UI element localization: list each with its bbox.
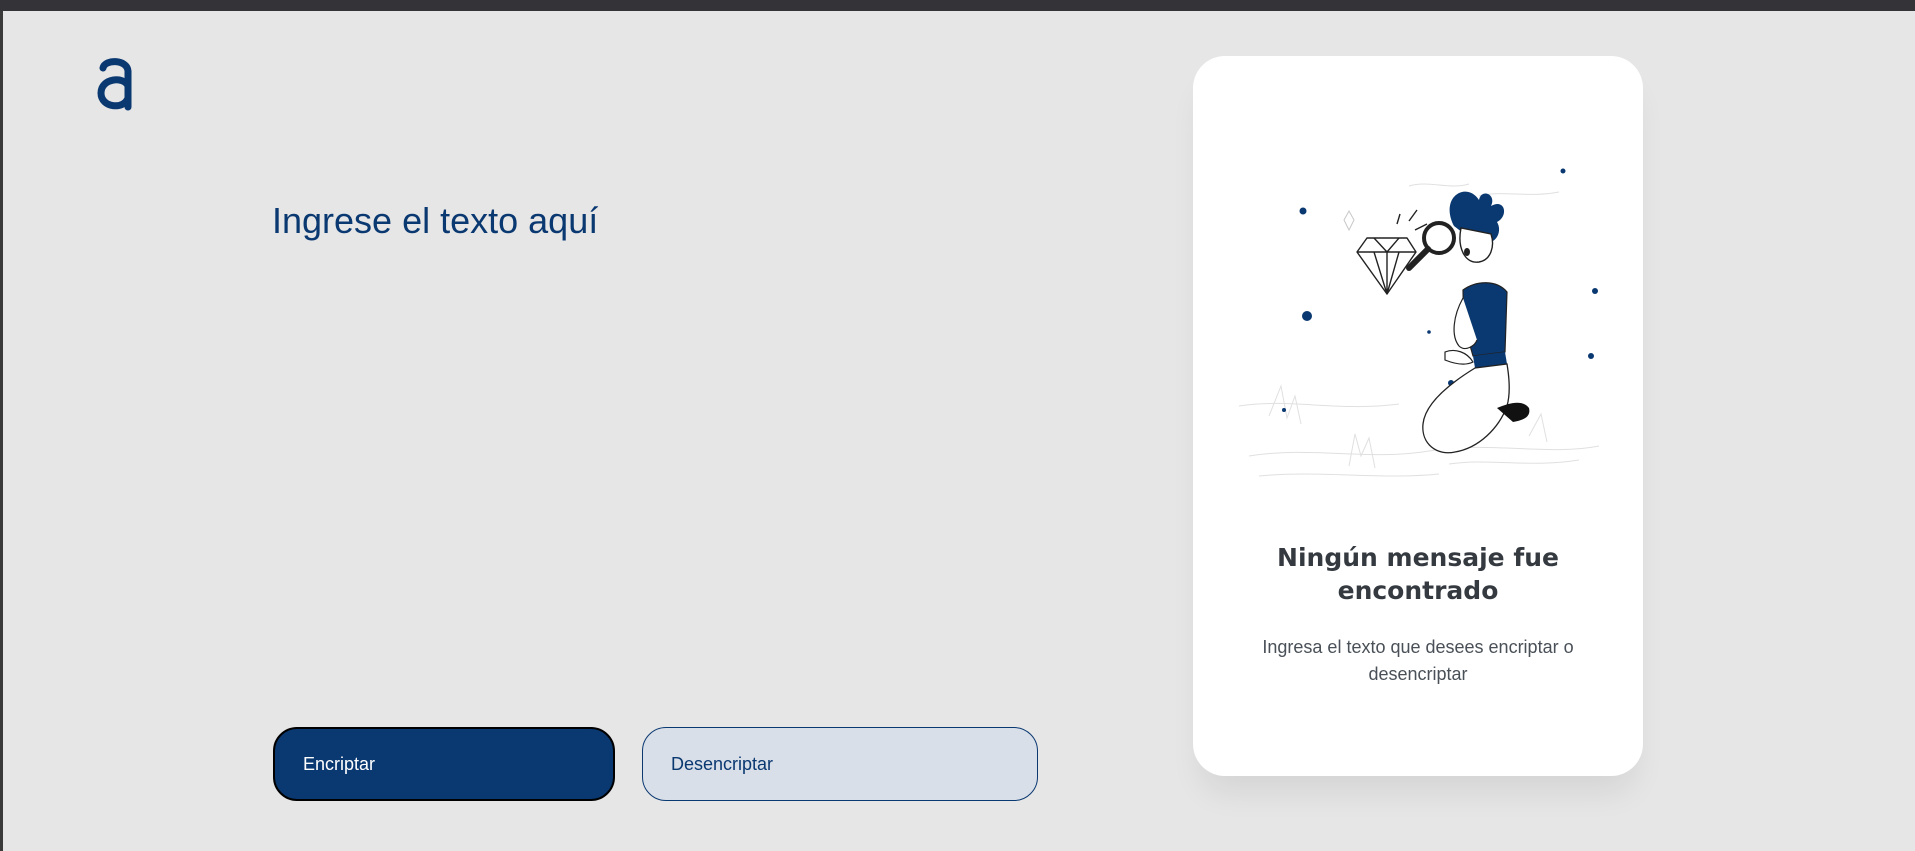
empty-state-description: Ingresa el texto que desees encriptar o …: [1262, 637, 1574, 684]
message-input[interactable]: [272, 200, 1032, 700]
window-left-edge: [0, 11, 3, 851]
decrypt-button[interactable]: Desencriptar: [642, 727, 1038, 801]
encrypt-button[interactable]: Encriptar: [273, 727, 615, 801]
output-card: Ningún mensaje fue encontrado Ingresa el…: [1193, 56, 1643, 776]
window-top-bar: [0, 0, 1915, 11]
empty-state-title: Ningún mensaje fue encontrado: [1277, 543, 1559, 605]
alura-logo-icon[interactable]: [96, 55, 136, 111]
person-magnifier-diamond-illustration: [1238, 168, 1600, 477]
